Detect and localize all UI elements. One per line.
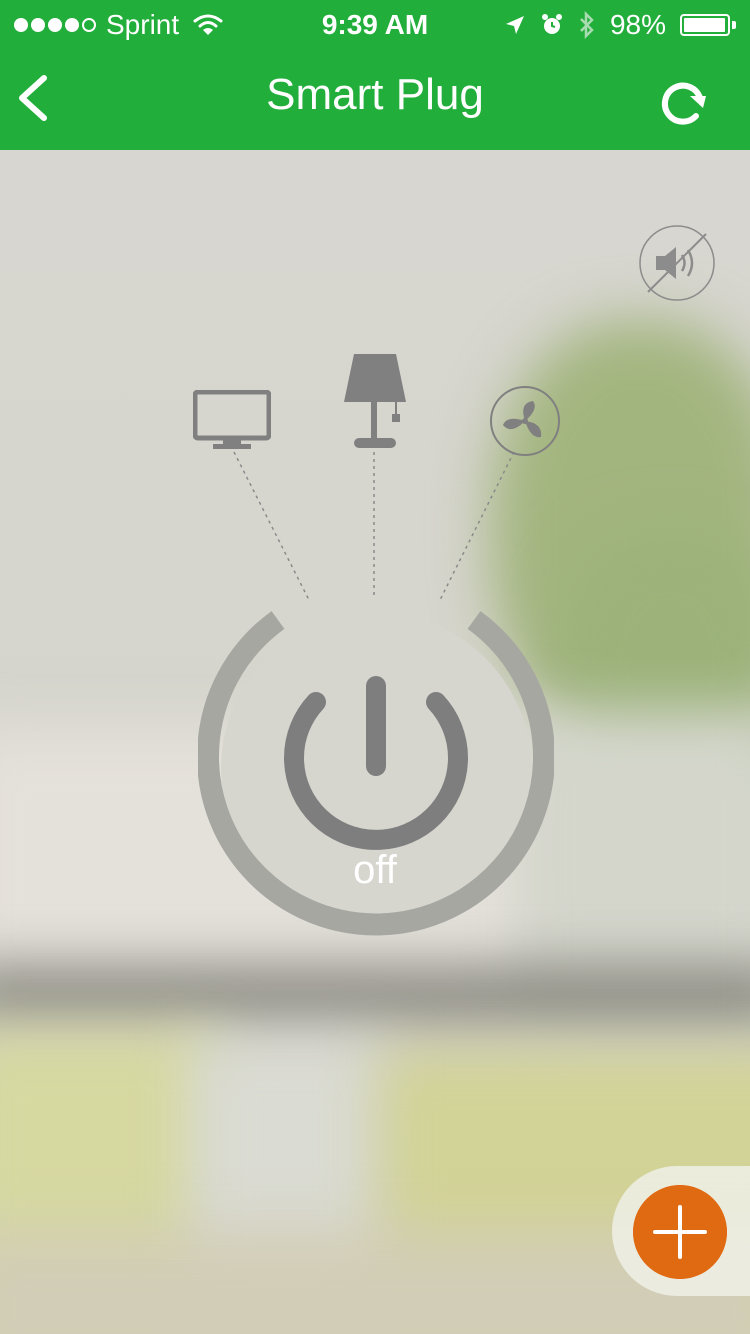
add-plus-icon[interactable] bbox=[633, 1185, 727, 1279]
lamp-icon[interactable] bbox=[340, 352, 410, 452]
power-state-label: off bbox=[353, 848, 397, 892]
tv-icon[interactable] bbox=[193, 390, 271, 452]
fan-icon[interactable] bbox=[489, 385, 561, 457]
